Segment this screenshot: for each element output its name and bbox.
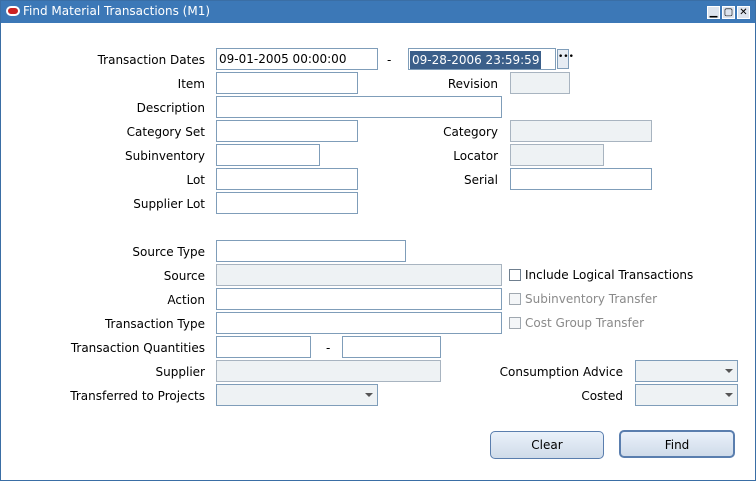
subinventory-field[interactable] bbox=[216, 144, 320, 166]
consumption-advice-dropdown[interactable] bbox=[635, 360, 738, 382]
chevron-down-icon bbox=[725, 393, 733, 397]
include-logical-checkbox[interactable]: Include Logical Transactions bbox=[509, 268, 693, 282]
action-label: Action bbox=[167, 293, 205, 307]
transferred-to-projects-label: Transferred to Projects bbox=[70, 389, 205, 403]
subinventory-transfer-label: Subinventory Transfer bbox=[525, 292, 658, 306]
description-label: Description bbox=[136, 101, 205, 115]
item-label: Item bbox=[177, 77, 205, 91]
locator-field[interactable] bbox=[510, 144, 604, 166]
transaction-quantities-label: Transaction Quantities bbox=[70, 341, 205, 355]
minimize-icon[interactable]: ▁ bbox=[707, 6, 720, 19]
source-type-field[interactable] bbox=[216, 240, 406, 262]
serial-field[interactable] bbox=[510, 168, 652, 190]
subinventory-transfer-checkbox[interactable]: Subinventory Transfer bbox=[509, 292, 657, 306]
subinventory-transfer-checkbox-box[interactable] bbox=[509, 293, 521, 305]
include-logical-label: Include Logical Transactions bbox=[525, 268, 694, 282]
quantity-to-field[interactable] bbox=[342, 336, 441, 358]
costed-label: Costed bbox=[581, 389, 623, 403]
source-type-label: Source Type bbox=[132, 245, 205, 259]
category-label: Category bbox=[443, 125, 498, 139]
supplier-lot-field[interactable] bbox=[216, 192, 358, 214]
include-logical-checkbox-box[interactable] bbox=[509, 269, 521, 281]
transaction-type-label: Transaction Type bbox=[104, 317, 205, 331]
lot-label: Lot bbox=[186, 173, 205, 187]
description-field[interactable] bbox=[216, 96, 502, 118]
oracle-logo-icon bbox=[6, 6, 20, 16]
date-lov-button[interactable]: ••• bbox=[557, 49, 574, 69]
source-label: Source bbox=[163, 269, 205, 283]
chevron-down-icon bbox=[365, 393, 373, 397]
transaction-type-field[interactable] bbox=[216, 312, 502, 334]
quantity-from-field[interactable] bbox=[216, 336, 311, 358]
cost-group-transfer-checkbox-box[interactable] bbox=[509, 317, 521, 329]
cost-group-transfer-label: Cost Group Transfer bbox=[525, 316, 645, 330]
clear-button[interactable]: Clear bbox=[490, 431, 604, 459]
window-title: Find Material Transactions (M1) bbox=[23, 4, 211, 18]
maximize-icon[interactable]: ▢ bbox=[722, 6, 735, 19]
lot-field[interactable] bbox=[216, 168, 358, 190]
transaction-date-from-field[interactable]: 09-01-2005 00:00:00 bbox=[216, 48, 378, 70]
action-field[interactable] bbox=[216, 288, 502, 310]
title-bar: Find Material Transactions (M1) ▁ ▢ ✕ bbox=[1, 1, 755, 23]
transaction-date-to-field[interactable]: 09-28-2006 23:59:59 bbox=[408, 48, 556, 70]
chevron-down-icon bbox=[725, 369, 733, 373]
source-field[interactable] bbox=[216, 264, 502, 286]
item-field[interactable] bbox=[216, 72, 358, 94]
category-set-field[interactable] bbox=[216, 120, 358, 142]
find-material-transactions-window: Find Material Transactions (M1) ▁ ▢ ✕ Tr… bbox=[0, 0, 756, 481]
cost-group-transfer-checkbox[interactable]: Cost Group Transfer bbox=[509, 316, 644, 330]
costed-dropdown[interactable] bbox=[635, 384, 738, 406]
transaction-dates-label: Transaction Dates bbox=[97, 53, 205, 67]
supplier-field[interactable] bbox=[216, 360, 441, 382]
supplier-lot-label: Supplier Lot bbox=[133, 197, 205, 211]
consumption-advice-label: Consumption Advice bbox=[499, 365, 623, 379]
close-icon[interactable]: ✕ bbox=[737, 6, 750, 19]
category-field[interactable] bbox=[510, 120, 652, 142]
find-button[interactable]: Find bbox=[619, 430, 735, 458]
revision-label: Revision bbox=[447, 77, 498, 91]
quantity-range-separator: - bbox=[326, 341, 331, 355]
category-set-label: Category Set bbox=[126, 125, 205, 139]
transferred-to-projects-dropdown[interactable] bbox=[216, 384, 378, 406]
date-range-separator: - bbox=[387, 53, 392, 67]
subinventory-label: Subinventory bbox=[125, 149, 205, 163]
supplier-label: Supplier bbox=[155, 365, 205, 379]
revision-field[interactable] bbox=[510, 72, 570, 94]
locator-label: Locator bbox=[453, 149, 498, 163]
serial-label: Serial bbox=[464, 173, 498, 187]
transaction-date-to-value: 09-28-2006 23:59:59 bbox=[410, 51, 542, 69]
